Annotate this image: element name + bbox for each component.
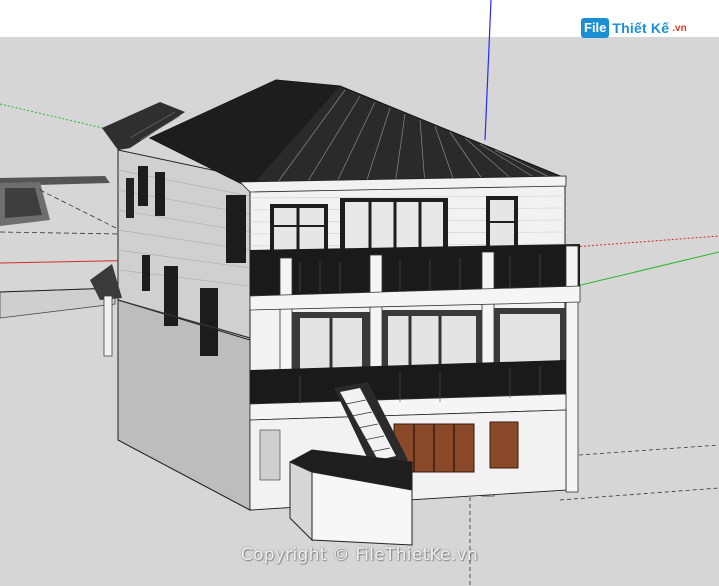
lower-balcony — [249, 360, 567, 421]
3d-model-scene[interactable] — [0, 0, 719, 586]
green-axis-2 — [559, 251, 719, 291]
logo-text: Thiết Kế — [612, 20, 670, 36]
house-side-wall — [117, 149, 251, 511]
filethietke-logo-icon: File — [581, 18, 610, 38]
sketchup-viewport[interactable]: File Thiết Kế .vn Copyright © FileThietKe… — [0, 0, 719, 586]
red-axis-2 — [559, 235, 719, 249]
blue-axis — [484, 0, 492, 141]
copyright-watermark: Copyright © FileThietKe.vn — [240, 545, 479, 565]
dash-ground-2 — [559, 487, 719, 501]
filethietke-logo: File Thiết Kế .vn — [581, 14, 687, 42]
side-porch-post — [103, 295, 113, 357]
green-axis — [0, 103, 121, 133]
logo-domain: .vn — [672, 22, 687, 34]
stair-landing — [289, 449, 413, 546]
